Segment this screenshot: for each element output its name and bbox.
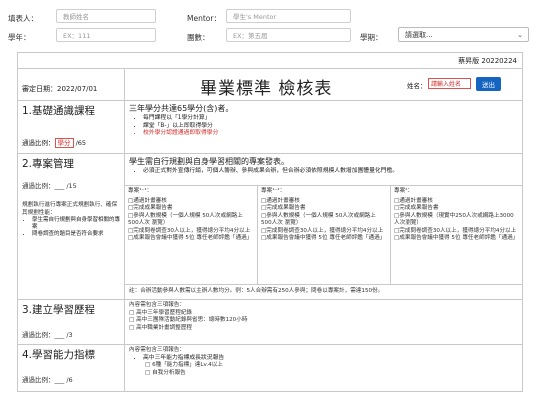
checkbox-item[interactable]: □完成問卷調查30人以上，獲得總分平均4分以上 (128, 228, 254, 236)
section-1-ratio: 通過比例： 學分 /65 (22, 137, 87, 148)
checkbox-item[interactable]: □完成問卷調查30人以上，獲得總分平均4分以上 (394, 228, 519, 236)
checkbox-item[interactable]: □ 高中三團隊活動紀錄與省思：總時數120小時 (129, 317, 518, 325)
name-input[interactable]: 請輸入姓名 (428, 78, 471, 89)
checkbox-item[interactable]: □ 自我分析報告 (145, 370, 522, 378)
list-item: 校外學分認證通過即取得學分 (143, 130, 522, 138)
checkbox-item[interactable]: □ 高中三年學習歷程紀錄 (129, 310, 518, 318)
checkbox-item[interactable]: □ 6種「能力指標」達Lv.4以上 (145, 362, 522, 370)
checkbox-item[interactable]: □參與人數規模（一個人規模 50人次或網路上 500人次 瀏覽） (261, 213, 387, 228)
section-heading: 內容需包含三項報告： (129, 302, 185, 308)
checkbox-item[interactable]: □ 高中職業計畫調整歷程 (129, 325, 518, 333)
checkbox-item[interactable]: □成果報告會議中獲得 5位 專任老師評鑑「通過」 (128, 235, 254, 243)
checkbox-item[interactable]: □完成成果報告書 (128, 205, 254, 213)
list-item: 每門課程以「1學分計算」 (143, 115, 522, 123)
year-input[interactable]: EX：111 (56, 28, 156, 42)
filler-label: 填表人： (8, 14, 38, 23)
section-2-header: 學生需自行規劃與自身學習相關的專案發表。 必須正式對外宣傳行銷，可個人籌辦、參與… (124, 153, 523, 186)
project-col-title: 專案¹⁻¹： (128, 188, 153, 194)
project-col-1: 專案¹⁻¹： □通過計畫審核 □完成成果報告書 □參與人數規模（一個人規模 50… (124, 185, 258, 285)
filler-input[interactable]: 教師姓名 (56, 9, 156, 23)
section-ratio: 通過比例：___ /15 (22, 182, 77, 190)
side-note: 規劃執行進行專案正式規劃執行、確保其規劃性能： (22, 202, 118, 216)
section-2-note: 註：合辦活動參與人數需以主辦人數均分。例：5人合辦需有250人參與；問卷以專案計… (124, 284, 523, 300)
mentor-label: Mentor： (187, 14, 221, 23)
version-label: 蔡昇版 20220224 (458, 57, 517, 65)
section-4-cell: 4.學習能力指標 通過比例：___ /6 (17, 344, 125, 392)
checkbox-item[interactable]: □參與人數規模（現實中250人次或網路上3000人次瀏覽） (394, 213, 519, 228)
mentor-input[interactable]: 學生's Mentor (226, 9, 351, 23)
checkbox-item[interactable]: □通過計畫審核 (394, 198, 519, 206)
section-4-content: 內容需包含三項報告： 高中三年能力指標成長狀況報告 □ 6種「能力指標」達Lv.… (124, 344, 523, 392)
year-label: 學年： (8, 33, 31, 42)
term-select-value: 請選取... (405, 31, 433, 39)
name-label: 姓名： (407, 82, 427, 90)
submit-button[interactable]: 送出 (476, 77, 501, 91)
credit-input[interactable]: 學分 (54, 138, 74, 148)
list-item: 高中三年能力指標成長狀況報告 (143, 355, 522, 363)
term-label: 學期： (360, 33, 383, 42)
list-item: 問卷調查的題目是否符合要求 (32, 231, 124, 238)
section-title: 1.基礎通識課程 (22, 105, 96, 117)
section-1-content: 三年學分共達65學分(含)者。 每門課程以「1學分計算」 課堂「B-」以上即取得… (124, 100, 523, 154)
checkbox-item[interactable]: □完成成果報告書 (394, 205, 519, 213)
list-item: 課堂「B-」以上即取得學分 (143, 123, 522, 131)
term-select[interactable]: 請選取... ⌄ (398, 27, 529, 42)
checkbox-item[interactable]: □成果報告會議中獲得 5位 專任老師評鑑「通過」 (261, 235, 387, 243)
team-label: 團數： (187, 33, 210, 42)
section-title: 4.學習能力指標 (22, 349, 96, 361)
checkbox-item[interactable]: □完成成果報告書 (261, 205, 387, 213)
checkbox-item[interactable]: □通過計畫審核 (128, 198, 254, 206)
section-1-cell: 1.基礎通識課程 通過比例： 學分 /65 (17, 100, 125, 154)
checkbox-item[interactable]: □成果報告會議中獲得 5位 專任老師評鑑「通過」 (394, 235, 519, 243)
list-item: 必須正式對外宣傳行銷，可個人籌辦、參與成果合辦，但合辦必須依照規模人數增加團體量… (143, 168, 522, 176)
section-ratio: 通過比例：___ /3 (22, 331, 73, 339)
note-text: 註：合辦活動參與人數需以主辦人數均分。例：5人合辦需有250人參與；問卷以專案計… (129, 288, 384, 294)
checkbox-item[interactable]: □完成問卷調查30人以上，獲得總分平均4分以上 (261, 228, 387, 236)
page-title: 畢業標準 檢核表 (200, 79, 333, 99)
section-heading: 三年學分共達65學分(含)者。 (129, 104, 234, 113)
section-3-cell: 3.建立學習歷程 通過比例：___ /3 (17, 299, 125, 345)
section-2-cell: 2.專案管理 通過比例：___ /15 規劃執行進行專案正式規劃執行、確保其規劃… (17, 153, 125, 300)
title-cell: 畢業標準 檢核表 姓名： 請輸入姓名 送出 (124, 68, 523, 101)
team-input[interactable]: EX：第五屆 (226, 28, 351, 42)
section-heading: 學生需自行規劃與自身學習相關的專案發表。 (129, 157, 289, 166)
section-heading: 內容需包含三項報告： (129, 347, 185, 353)
chevron-down-icon: ⌄ (517, 31, 523, 39)
section-3-content: 內容需包含三項報告： □ 高中三年學習歷程紀錄 □ 高中三團隊活動紀錄與省思：總… (124, 299, 523, 345)
ratio-label: 通過比例： (22, 139, 55, 147)
project-col-2: 專案¹⁻²： □通過計畫審核 □完成成果報告書 □參與人數規模（一個人規模 50… (257, 185, 391, 285)
list-item: 學生需自行規劃與自身學習相關的專案 (32, 217, 124, 231)
checkbox-item[interactable]: □通過計畫審核 (261, 198, 387, 206)
checklist-table: 蔡昇版 20220224 審定日期：2022/07/01 畢業標準 檢核表 姓名… (17, 52, 523, 392)
review-date: 審定日期：2022/07/01 (22, 85, 98, 93)
project-col-3: 專案²： □通過計畫審核 □完成成果報告書 □參與人數規模（現實中250人次或網… (390, 185, 523, 285)
checkbox-item[interactable]: □參與人數規模（一個人規模 50人次或網路上 500人次 瀏覽） (128, 213, 254, 228)
ratio-total: /65 (73, 139, 87, 147)
project-col-title: 專案²： (394, 188, 414, 194)
section-ratio: 通過比例：___ /6 (22, 376, 73, 384)
section-title: 3.建立學習歷程 (22, 304, 96, 316)
project-col-title: 專案¹⁻²： (261, 188, 286, 194)
review-date-cell: 審定日期：2022/07/01 (17, 68, 125, 101)
version-row: 蔡昇版 20220224 (17, 52, 523, 69)
section-title: 2.專案管理 (22, 158, 75, 170)
